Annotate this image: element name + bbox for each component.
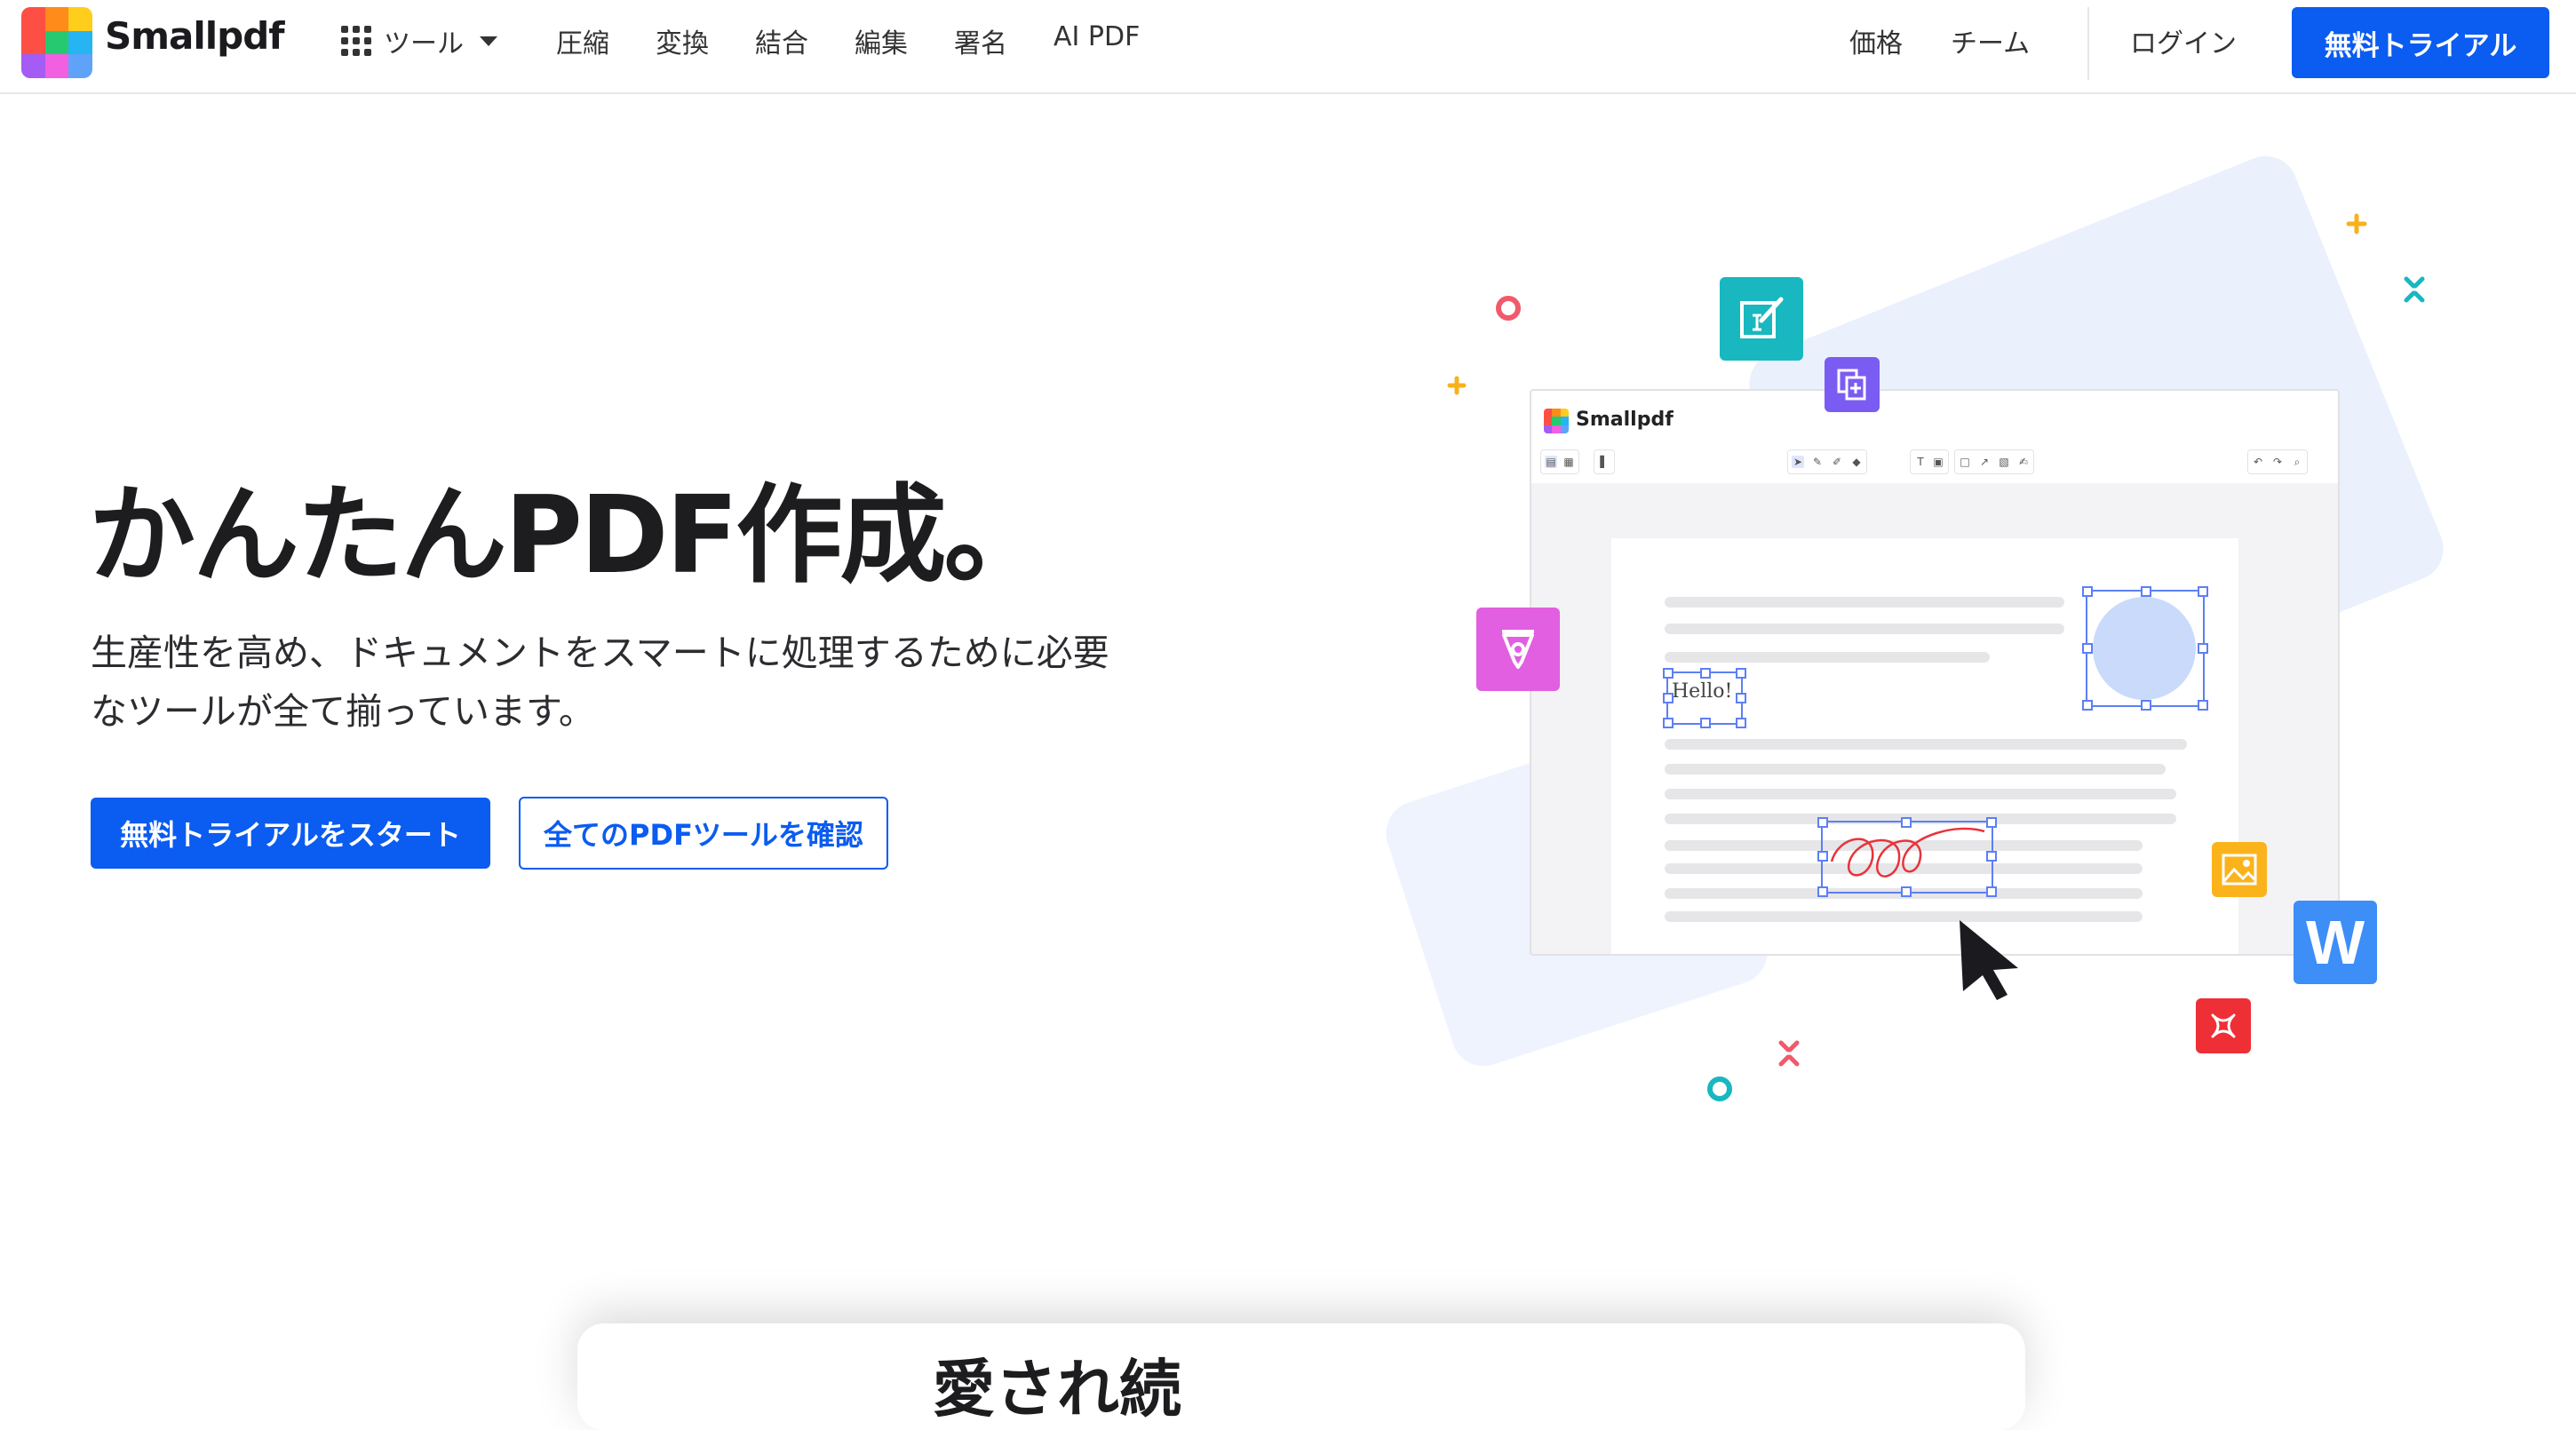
tools-menu-label: ツール <box>384 28 464 60</box>
apps-grid-icon <box>341 26 371 56</box>
edit-text-icon <box>1740 297 1784 338</box>
pen-nib-icon <box>1502 630 1534 669</box>
mockup-panel-toggle: ▌ <box>1594 449 1615 474</box>
nav-sign[interactable]: 署名 <box>954 21 1007 60</box>
mouse-cursor-icon <box>1960 920 2018 1000</box>
nav-compress[interactable]: 圧縮 <box>556 21 609 60</box>
mockup-edit-tools: ➤ ✎ ✐ ◆ <box>1787 449 1867 474</box>
signature-scribble <box>1830 827 1985 878</box>
pdf-to-word-tile: W <box>2294 901 2377 984</box>
hello-text-annotation: Hello! <box>1663 668 1746 728</box>
image-icon <box>2222 854 2257 886</box>
merge-pdf-tile <box>1825 357 1880 412</box>
nav-merge[interactable]: 結合 <box>755 21 808 60</box>
acrobat-icon <box>2211 1013 2236 1038</box>
merge-icon <box>1837 369 1866 401</box>
edit-pdf-tile <box>1720 277 1803 361</box>
nav-team[interactable]: チーム <box>1951 21 2030 60</box>
mockup-text-tool: T ▣ <box>1910 449 1949 474</box>
pdf-tile <box>2196 998 2251 1053</box>
mockup-brand: Smallpdf <box>1576 409 1674 431</box>
login-link[interactable]: ログイン <box>2130 21 2237 60</box>
pdf-to-image-tile <box>2212 842 2267 897</box>
mockup-view-tools: ▤ ▦ <box>1540 449 1579 474</box>
mini-smallpdf-logo-icon <box>1544 409 1569 433</box>
brand-name[interactable]: Smallpdf <box>105 14 285 58</box>
free-trial-button[interactable]: 無料トライアル <box>2292 7 2549 78</box>
sign-pdf-tile <box>1476 608 1560 691</box>
start-free-trial-button[interactable]: 無料トライアルをスタート <box>91 798 490 869</box>
mockup-shape-tools: □ ↗ ▧ ✍ <box>1954 449 2034 474</box>
signature-annotation <box>1817 817 1997 897</box>
nav-edit[interactable]: 編集 <box>855 21 908 60</box>
view-all-tools-button[interactable]: 全てのPDFツールを確認 <box>519 797 888 870</box>
nav-ai-pdf[interactable]: AI PDF <box>1053 21 1140 52</box>
hero-title: かんたんPDF作成。 <box>89 474 1051 598</box>
nav-convert[interactable]: 変換 <box>656 21 709 60</box>
hello-text: Hello! <box>1672 680 1733 703</box>
hero-subtitle-line-1: 生産性を高め、ドキュメントをスマートに処理するために必要 <box>91 632 1109 674</box>
word-icon: W <box>2305 908 2365 977</box>
caret-down-icon <box>480 36 497 46</box>
circle-shape-annotation <box>2082 586 2208 711</box>
mockup-history-tools: ↶ ↷ ⌕ <box>2247 449 2308 474</box>
tools-menu-button[interactable]: ツール <box>341 21 497 60</box>
next-section-card <box>577 1323 2025 1430</box>
nav-divider <box>2087 7 2089 80</box>
nav-pricing[interactable]: 価格 <box>1849 21 1903 60</box>
mockup-toolbar: Smallpdf ▤ ▦ ▌ ➤ ✎ ✐ ◆ T ▣ □ ↗ ▧ ✍ ↶ ↷ ⌕ <box>1531 391 2338 483</box>
hero-subtitle-line-2: なツールが全て揃っています。 <box>91 690 595 733</box>
hero-subtitle: 生産性を高め、ドキュメントをスマートに処理するために必要 なツールが全て揃ってい… <box>91 624 1245 741</box>
mockup-document-page: Hello! <box>1611 538 2238 954</box>
hero-illustration: Smallpdf ▤▦ ▌ ➤✎✐◆ T▣ □↗▧✍ ↶↷⌕ <box>1378 146 2576 1137</box>
smallpdf-logo-icon[interactable] <box>21 7 92 78</box>
next-section-title: 愛され続 <box>933 1353 1181 1426</box>
top-nav-bar: Smallpdf ツール 圧縮 変換 結合 編集 署名 AI PDF 価格 チー… <box>0 0 2576 94</box>
